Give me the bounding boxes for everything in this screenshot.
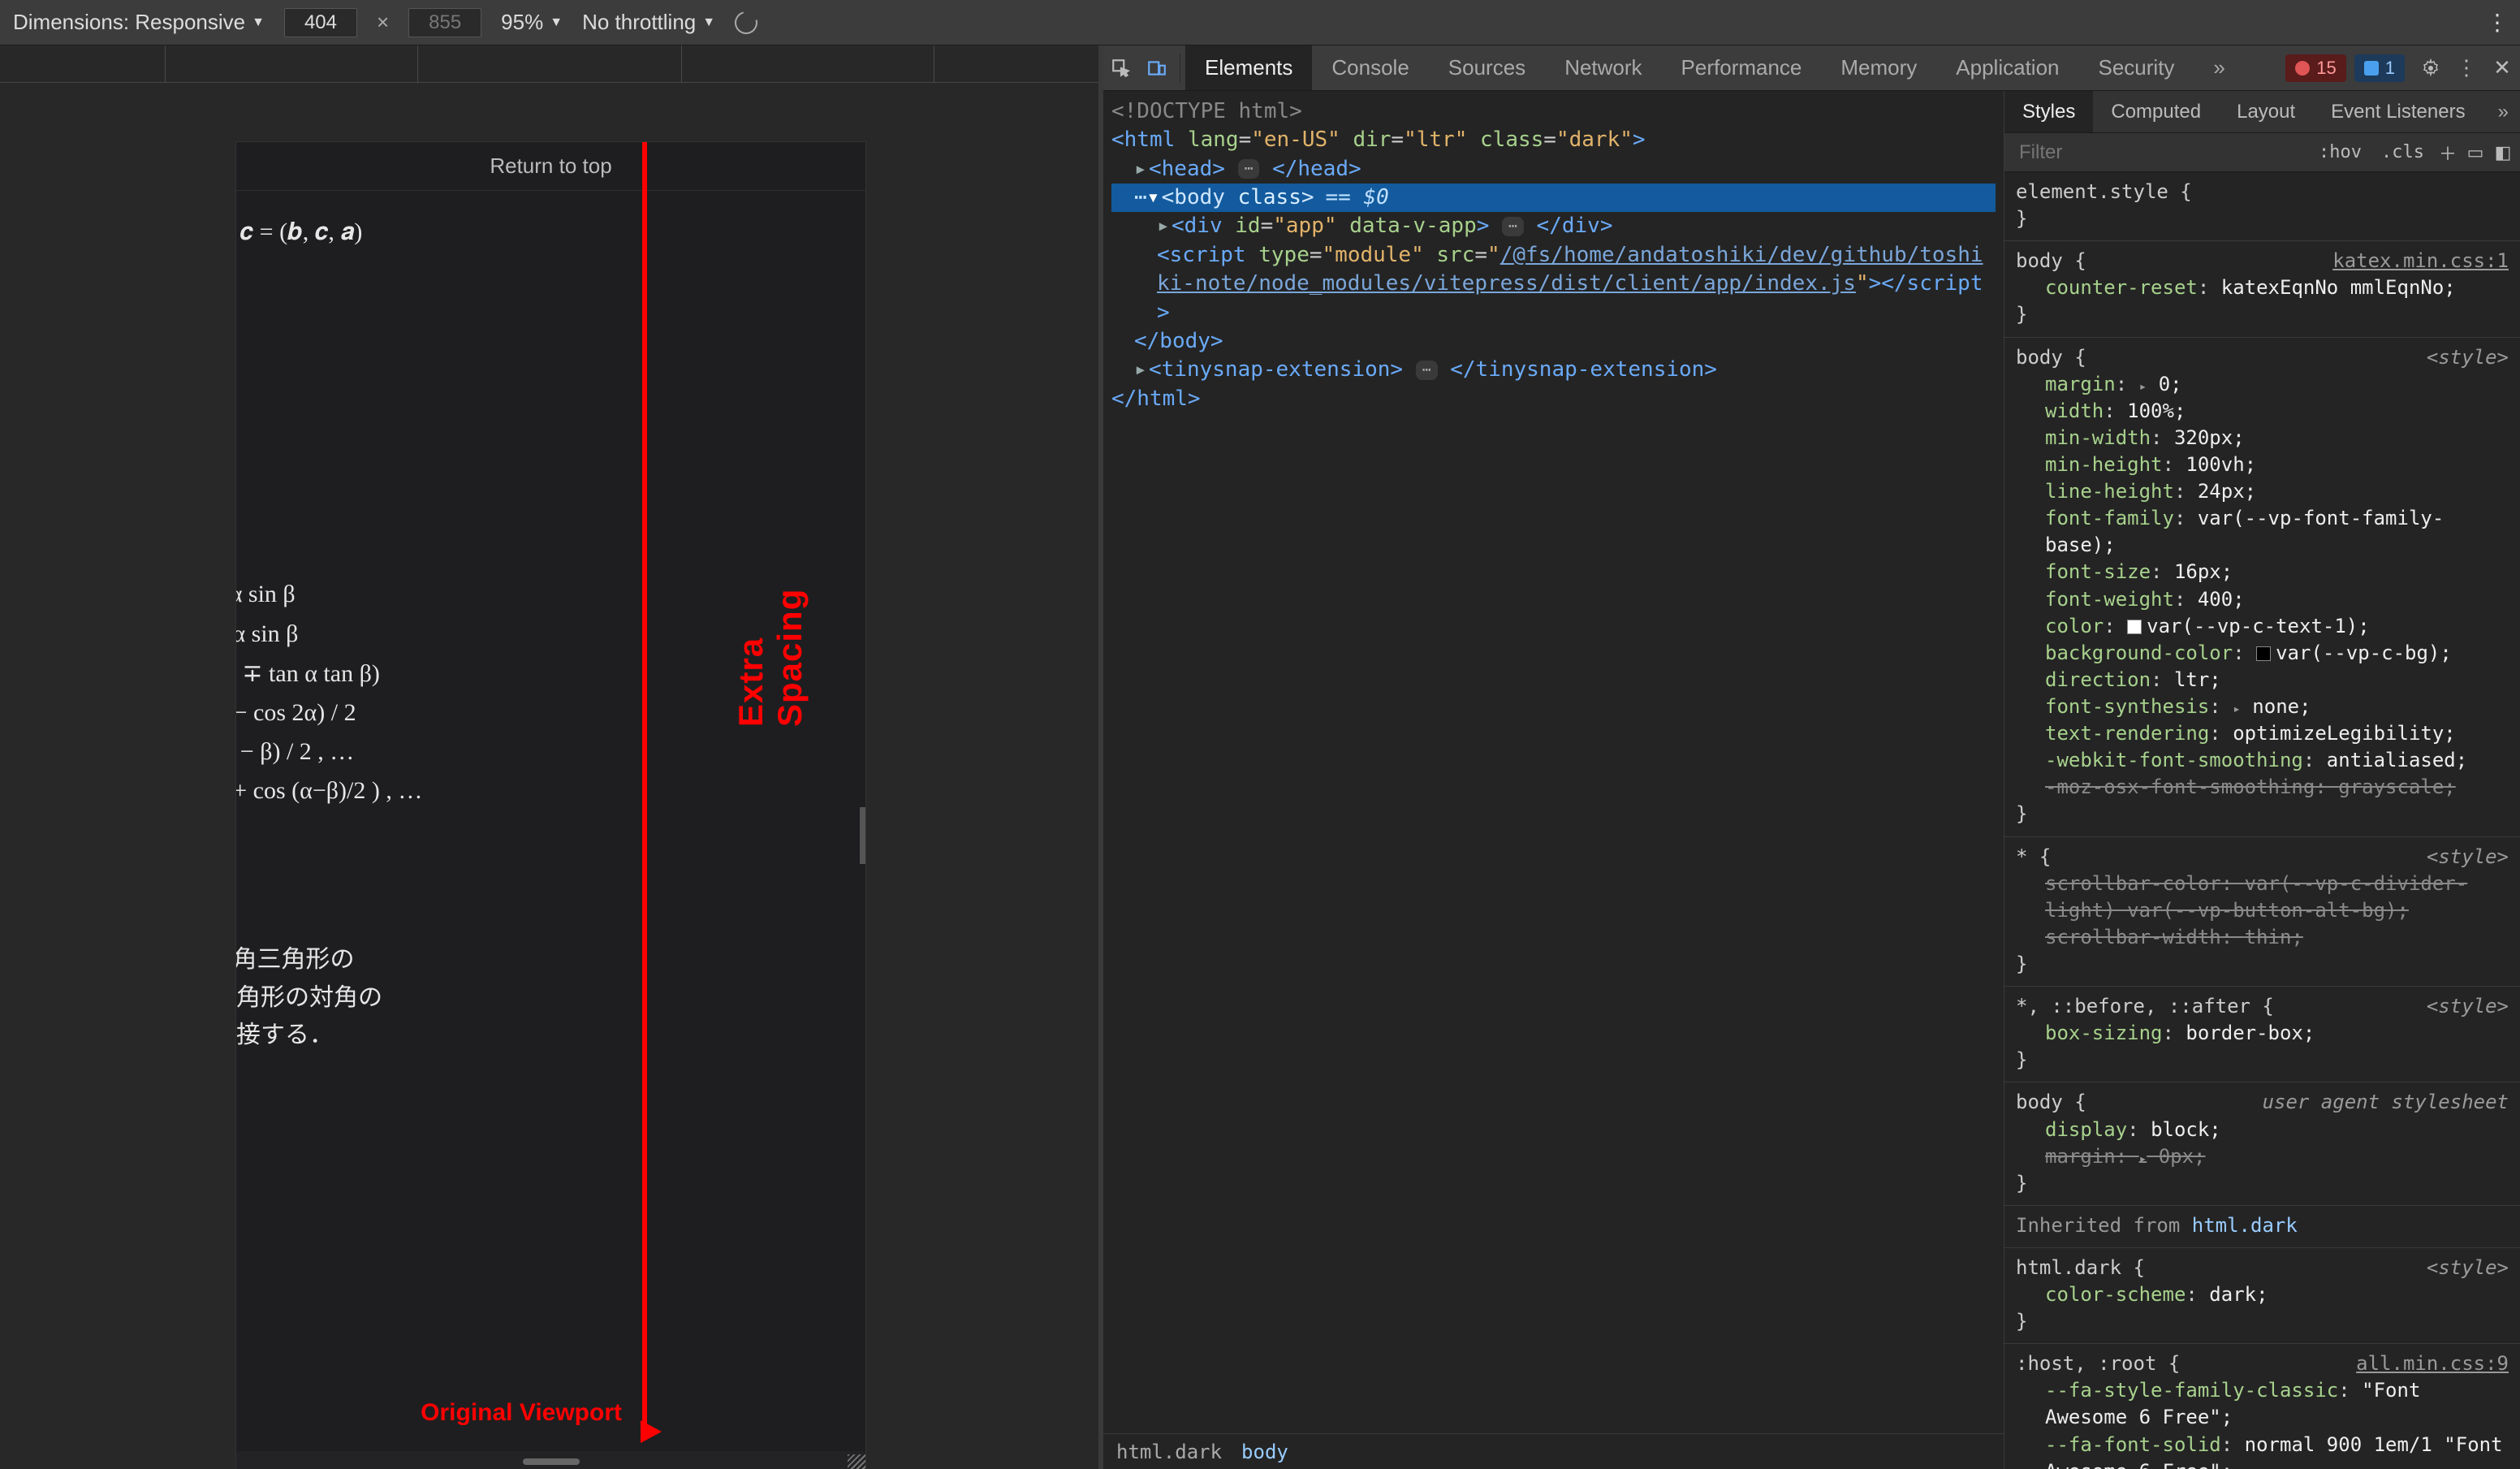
tab-network[interactable]: Network xyxy=(1545,45,1661,90)
chevron-down-icon: ▼ xyxy=(252,15,265,30)
paragraph: よって，直角三角形の 径．もし四角形の対角の れは円に内接する． xyxy=(235,938,841,1052)
math-line: ] = [𝒂 × 𝒃] · 𝒄 = (𝒃, 𝒄, 𝒂) xyxy=(235,218,841,246)
throttling-select[interactable]: No throttling ▼ xyxy=(582,10,715,35)
jp-line: 径．もし四角形の対角の xyxy=(235,976,841,1014)
dom-pane: <!DOCTYPE html> <html lang="en-US" dir="… xyxy=(1103,91,2004,1469)
info-count: 1 xyxy=(2385,58,2395,79)
style-rule[interactable]: body {<style>margin: ▸ 0;width: 100%;min… xyxy=(2004,338,2520,837)
style-rule[interactable]: :host, :root {all.min.css:9--fa-style-fa… xyxy=(2004,1344,2520,1469)
tab-elements[interactable]: Elements xyxy=(1185,45,1312,90)
settings-icon[interactable] xyxy=(2413,50,2449,86)
tab-memory[interactable]: Memory xyxy=(1821,45,1936,90)
breadcrumb-item[interactable]: html.dark xyxy=(1116,1441,1222,1463)
devtools-panel: ElementsConsoleSourcesNetworkPerformance… xyxy=(1103,45,2520,1469)
dom-selected-body[interactable]: ⋯▾ <body class> == $0 xyxy=(1111,184,1996,212)
new-style-rule-icon[interactable]: ＋ xyxy=(2434,140,2462,166)
device-preview-pane: Return to top ] = [𝒂 × 𝒃] · 𝒄 = (𝒃, 𝒄, 𝒂… xyxy=(0,45,1098,1469)
zoom-value: 95% xyxy=(501,10,543,35)
horizontal-scrollbar[interactable] xyxy=(236,1451,865,1469)
styles-tab-event-listeners[interactable]: Event Listeners xyxy=(2313,91,2483,132)
times-icon: × xyxy=(377,10,389,35)
breadcrumb-item[interactable]: body xyxy=(1241,1441,1288,1463)
style-rule[interactable]: body {user agent stylesheetdisplay: bloc… xyxy=(2004,1082,2520,1205)
style-rules-list[interactable]: element.style {}body {katex.min.css:1cou… xyxy=(2004,172,2520,1469)
tab-sources[interactable]: Sources xyxy=(1429,45,1545,90)
width-input[interactable] xyxy=(284,8,357,37)
resize-handle-right[interactable] xyxy=(860,807,866,864)
info-badge[interactable]: 1 xyxy=(2354,54,2405,82)
close-devtools-icon[interactable]: ✕ xyxy=(2484,50,2520,86)
dimensions-select[interactable]: Dimensions: Responsive ▼ xyxy=(13,10,265,35)
annotation-arrow-icon xyxy=(641,1420,673,1443)
annotation-original-viewport: Original Viewport xyxy=(421,1399,622,1427)
resize-handle-corner[interactable] xyxy=(848,1454,865,1469)
rotate-icon[interactable] xyxy=(731,6,762,37)
more-menu-icon[interactable]: ⋮ xyxy=(2486,9,2507,36)
styles-pane: StylesComputedLayoutEvent Listeners » :h… xyxy=(2004,91,2520,1469)
math-line: + β) + cos(α − β) / 2 , … xyxy=(235,738,841,766)
height-input[interactable] xyxy=(408,8,481,37)
jp-line: よって，直角三角形の xyxy=(235,938,841,976)
jp-line: れは円に内接する． xyxy=(235,1013,841,1052)
dom-tree[interactable]: <!DOCTYPE html> <html lang="en-US" dir="… xyxy=(1103,91,2004,1433)
math-line: − 2𝑎𝑏 cos 𝐶 xyxy=(235,394,841,421)
ruler xyxy=(0,45,1098,83)
hov-toggle[interactable]: :hov xyxy=(2309,142,2371,162)
style-rule[interactable]: *, ::before, ::after {<style>box-sizing:… xyxy=(2004,987,2520,1082)
section-heading: 定理 xyxy=(235,275,841,318)
tab-application[interactable]: Application xyxy=(1936,45,2078,90)
chevron-down-icon: ▼ xyxy=(550,15,563,30)
chevron-down-icon: ▼ xyxy=(702,15,715,30)
devtools-menu-icon[interactable]: ⋮ xyxy=(2449,50,2484,86)
style-rule[interactable]: * {<style>scrollbar-color: var(--vp-c-di… xyxy=(2004,837,2520,987)
tab-performance[interactable]: Performance xyxy=(1662,45,1822,90)
dom-breadcrumb: html.dark body xyxy=(1103,1433,2004,1469)
more-tabs-icon[interactable]: » xyxy=(2194,45,2244,90)
info-dot-icon xyxy=(2364,61,2379,76)
styles-tab-layout[interactable]: Layout xyxy=(2219,91,2313,132)
style-rule[interactable]: body {katex.min.css:1counter-reset: kate… xyxy=(2004,241,2520,337)
device-toggle-icon[interactable] xyxy=(1139,50,1175,86)
page-content: ] = [𝒂 × 𝒃] · 𝒄 = (𝒃, 𝒄, 𝒂) 定理 − 2𝑎𝑏 cos… xyxy=(235,191,865,1448)
device-frame: Return to top ] = [𝒂 × 𝒃] · 𝒄 = (𝒃, 𝒄, 𝒂… xyxy=(235,141,866,1469)
error-count: 15 xyxy=(2316,58,2336,79)
styles-filter-bar: :hov .cls ＋ ▭ ◧ xyxy=(2004,133,2520,172)
error-dot-icon xyxy=(2295,61,2310,76)
computed-styles-icon[interactable]: ▭ xyxy=(2462,142,2489,163)
devtools-tabs: ElementsConsoleSourcesNetworkPerformance… xyxy=(1185,45,2194,90)
cls-toggle[interactable]: .cls xyxy=(2371,142,2434,162)
styles-filter-input[interactable] xyxy=(2008,141,2309,164)
math-line: cos (α+β)/2 + cos (α−β)/2 ) , … xyxy=(235,777,841,805)
error-badge[interactable]: 15 xyxy=(2285,54,2345,82)
dimensions-label: Dimensions: Responsive xyxy=(13,10,245,35)
annotation-line xyxy=(642,142,647,1440)
inspect-icon[interactable] xyxy=(1103,50,1139,86)
zoom-select[interactable]: 95% ▼ xyxy=(501,10,563,35)
style-rule[interactable]: element.style {} xyxy=(2004,172,2520,241)
more-styles-tabs-icon[interactable]: » xyxy=(2487,101,2520,123)
return-to-top-button[interactable]: Return to top xyxy=(236,142,865,191)
throttling-value: No throttling xyxy=(582,10,696,35)
styles-tabs: StylesComputedLayoutEvent Listeners » xyxy=(2004,91,2520,133)
styles-tab-styles[interactable]: Styles xyxy=(2004,91,2093,132)
tab-security[interactable]: Security xyxy=(2079,45,2194,90)
devtools-toolbar: ElementsConsoleSourcesNetworkPerformance… xyxy=(1103,45,2520,91)
return-to-top-label: Return to top xyxy=(490,153,611,179)
styles-tab-computed[interactable]: Computed xyxy=(2093,91,2219,132)
responsive-toolbar: Dimensions: Responsive ▼ × 95% ▼ No thro… xyxy=(0,0,2520,45)
tab-console[interactable]: Console xyxy=(1312,45,1428,90)
style-rule[interactable]: html.dark {<style>color-scheme: dark;} xyxy=(2004,1248,2520,1344)
style-rule[interactable]: Inherited from html.dark xyxy=(2004,1206,2520,1248)
math-line: / sin 𝐵 = 2𝑅 xyxy=(235,433,841,460)
dom-doctype: <!DOCTYPE html> xyxy=(1111,99,1302,123)
annotation-extra-spacing: Extra Spacing xyxy=(731,589,809,727)
toggle-sidebar-icon[interactable]: ◧ xyxy=(2489,142,2517,163)
